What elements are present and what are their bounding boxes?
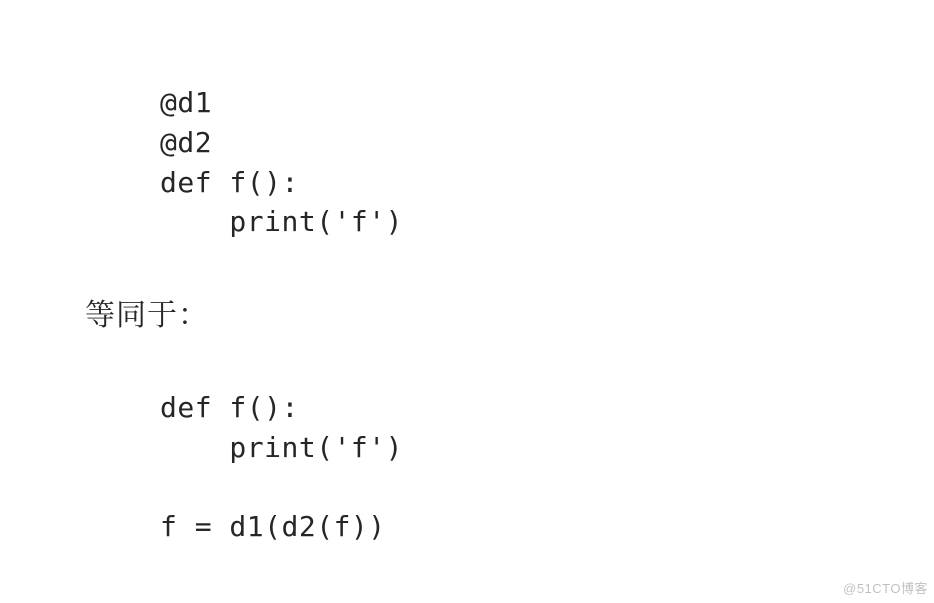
code-line: @d1 <box>160 86 212 119</box>
prose-equivalent-label: 等同于： <box>85 290 209 334</box>
code-line: print('f') <box>160 431 403 464</box>
page-root: @d1 @d2 def f(): print('f') 等同于： def f()… <box>0 0 934 603</box>
watermark-text: @51CTO博客 <box>843 578 928 597</box>
code-line: def f(): <box>160 391 299 424</box>
code-line: @d2 <box>160 126 212 159</box>
code-line: f = d1(d2(f)) <box>160 510 386 543</box>
code-line: print('f') <box>160 205 403 238</box>
code-block-expanded: def f(): print('f') f = d1(d2(f)) <box>160 388 403 547</box>
code-block-decorated: @d1 @d2 def f(): print('f') <box>160 83 403 242</box>
code-line: def f(): <box>160 166 299 199</box>
